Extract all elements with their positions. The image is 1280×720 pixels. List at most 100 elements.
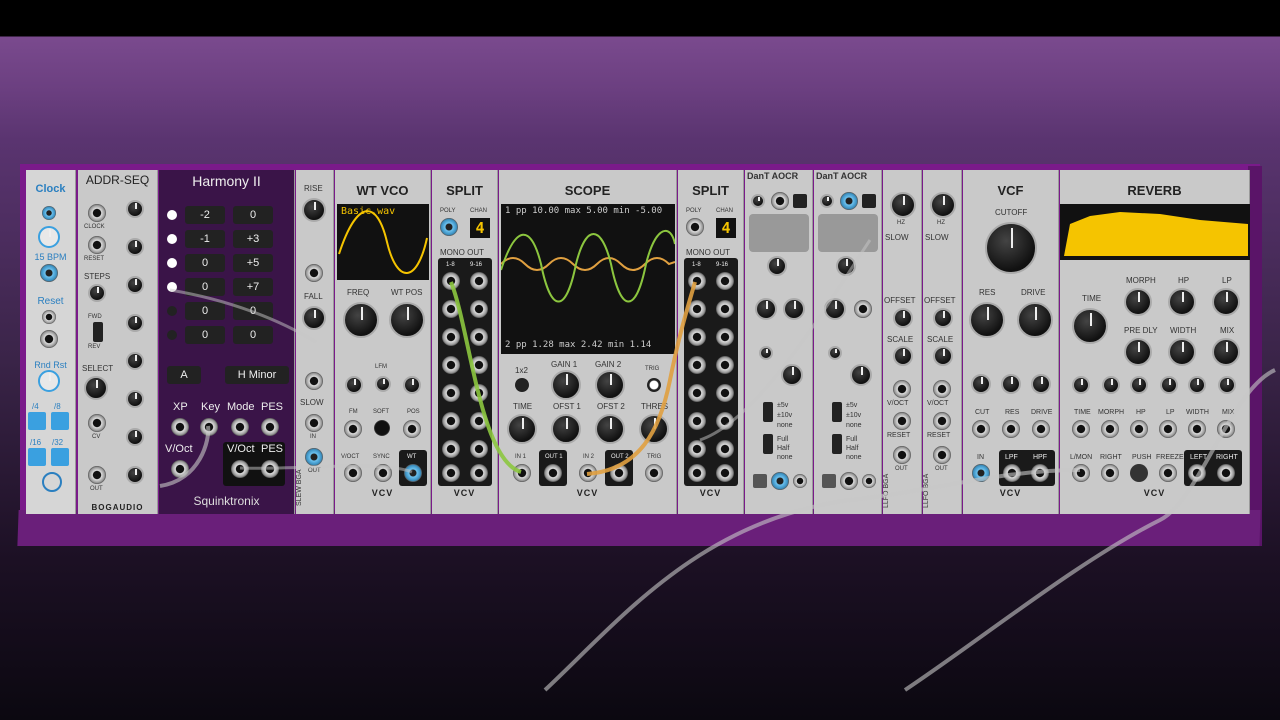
lfo1-voct-jack[interactable] xyxy=(893,380,911,398)
aocr2-jack-2[interactable] xyxy=(854,300,872,318)
reverb-mix-knob[interactable] xyxy=(1212,338,1240,366)
aocr1-out-jack[interactable] xyxy=(771,472,789,490)
split1-out13-jack[interactable] xyxy=(470,384,488,402)
reverb-mix-jack[interactable] xyxy=(1217,420,1235,438)
aocr1-top-knob-1[interactable] xyxy=(751,194,765,208)
reverb-lp-jack[interactable] xyxy=(1159,420,1177,438)
vcf-lpf-jack[interactable] xyxy=(1003,464,1021,482)
reverb-mix-cv-knob[interactable] xyxy=(1218,376,1236,394)
slew-out-jack[interactable] xyxy=(305,448,323,466)
aocr2-knob-2[interactable] xyxy=(836,256,856,276)
clock-div8-jack[interactable] xyxy=(51,412,69,430)
split2-out6-jack[interactable] xyxy=(688,412,706,430)
harmony-voct-out-jack[interactable] xyxy=(231,460,249,478)
reverb-freeze-button[interactable] xyxy=(1130,464,1148,482)
scope-ofst1-knob[interactable] xyxy=(551,414,581,444)
reverb-lp-cv-knob[interactable] xyxy=(1160,376,1178,394)
addr-select-knob[interactable] xyxy=(84,376,108,400)
addr-step2-knob[interactable] xyxy=(126,238,144,256)
wtvco-soft-jack[interactable] xyxy=(374,420,390,436)
vcf-cut-cv-knob[interactable] xyxy=(971,374,991,394)
harmony-row1-a[interactable]: -2 xyxy=(185,206,225,224)
addr-direction-switch[interactable] xyxy=(93,322,103,342)
harmony-row4-a[interactable]: 0 xyxy=(185,278,225,296)
reverb-lp-knob[interactable] xyxy=(1212,288,1240,316)
reverb-width-knob[interactable] xyxy=(1168,338,1196,366)
split1-out14-jack[interactable] xyxy=(470,412,488,430)
aocr1-knob-4[interactable] xyxy=(783,298,805,320)
lfo1-out-jack[interactable] xyxy=(893,446,911,464)
split1-out12-jack[interactable] xyxy=(470,356,488,374)
vcf-cut-jack[interactable] xyxy=(972,420,990,438)
split2-out2-jack[interactable] xyxy=(688,300,706,318)
lfo1-rate-knob[interactable] xyxy=(890,192,916,218)
aocr2-out-jack[interactable] xyxy=(840,472,858,490)
lfo1-offset-knob[interactable] xyxy=(893,308,913,328)
lfo1-reset-jack[interactable] xyxy=(893,412,911,430)
harmony-row4-b[interactable]: +7 xyxy=(233,278,273,296)
scope-time-knob[interactable] xyxy=(507,414,537,444)
reverb-left-out-jack[interactable] xyxy=(1188,464,1206,482)
vcf-drive-cv-knob[interactable] xyxy=(1031,374,1051,394)
addr-step4-knob[interactable] xyxy=(126,314,144,332)
scope-ofst2-knob[interactable] xyxy=(595,414,625,444)
split2-out13-jack[interactable] xyxy=(716,384,734,402)
aocr1-range-switch[interactable] xyxy=(763,402,773,422)
reverb-morph-knob[interactable] xyxy=(1124,288,1152,316)
harmony-row2-led[interactable] xyxy=(167,234,177,244)
scope-in1-jack[interactable] xyxy=(513,464,531,482)
wtvco-voct-jack[interactable] xyxy=(344,464,362,482)
reverb-time-jack[interactable] xyxy=(1072,420,1090,438)
reverb-width-cv-knob[interactable] xyxy=(1188,376,1206,394)
harmony-row2-b[interactable]: +3 xyxy=(233,230,273,248)
split2-poly-in-jack[interactable] xyxy=(686,218,704,236)
reverb-width-jack[interactable] xyxy=(1188,420,1206,438)
aocr1-knob-3[interactable] xyxy=(755,298,777,320)
harmony-octave-select[interactable]: A xyxy=(167,366,201,384)
aocr2-knob-6[interactable] xyxy=(850,364,872,386)
clock-rnd-knob[interactable] xyxy=(38,370,60,392)
split2-out15-jack[interactable] xyxy=(716,440,734,458)
split1-out3-jack[interactable] xyxy=(442,328,460,346)
split1-out16-jack[interactable] xyxy=(470,464,488,482)
reverb-hp-cv-knob[interactable] xyxy=(1130,376,1148,394)
split2-out4-jack[interactable] xyxy=(688,356,706,374)
split2-out5-jack[interactable] xyxy=(688,384,706,402)
wtvco-wtpos-knob[interactable] xyxy=(389,302,425,338)
split2-out11-jack[interactable] xyxy=(716,328,734,346)
split1-out1-jack[interactable] xyxy=(442,272,460,290)
vcf-hpf-jack[interactable] xyxy=(1031,464,1049,482)
slew-rise-knob[interactable] xyxy=(302,198,326,222)
clock-div32-jack[interactable] xyxy=(51,448,69,466)
scope-thres-knob[interactable] xyxy=(639,414,669,444)
lfo2-out-jack[interactable] xyxy=(933,446,951,464)
harmony-scale-select[interactable]: H Minor xyxy=(225,366,289,384)
slew-in-jack[interactable] xyxy=(305,414,323,432)
aocr2-knob-3[interactable] xyxy=(824,298,846,320)
harmony-row6-led[interactable] xyxy=(167,330,177,340)
split2-out14-jack[interactable] xyxy=(716,412,734,430)
split1-out10-jack[interactable] xyxy=(470,300,488,318)
aocr2-range-switch[interactable] xyxy=(832,402,842,422)
reverb-right-out-jack[interactable] xyxy=(1217,464,1235,482)
slew-fall-knob[interactable] xyxy=(302,306,326,330)
split1-out8-jack[interactable] xyxy=(442,464,460,482)
split1-out4-jack[interactable] xyxy=(442,356,460,374)
reverb-morph-jack[interactable] xyxy=(1101,420,1119,438)
addr-out-jack[interactable] xyxy=(88,466,106,484)
reverb-freeze-jack[interactable] xyxy=(1159,464,1177,482)
split1-out6-jack[interactable] xyxy=(442,412,460,430)
wtvco-pos-knob[interactable] xyxy=(403,376,421,394)
harmony-row3-b[interactable]: +5 xyxy=(233,254,273,272)
addr-step3-knob[interactable] xyxy=(126,276,144,294)
reverb-time-cv-knob[interactable] xyxy=(1072,376,1090,394)
aocr1-top-button[interactable] xyxy=(793,194,807,208)
harmony-row3-a[interactable]: 0 xyxy=(185,254,225,272)
slew-rise-cv-jack[interactable] xyxy=(305,264,323,282)
aocr2-top-button[interactable] xyxy=(862,194,876,208)
aocr1-cv-jack[interactable] xyxy=(793,474,807,488)
harmony-voct-in-jack[interactable] xyxy=(171,460,189,478)
split2-out16-jack[interactable] xyxy=(716,464,734,482)
scope-1x2-button[interactable] xyxy=(515,378,529,392)
split1-out15-jack[interactable] xyxy=(470,440,488,458)
